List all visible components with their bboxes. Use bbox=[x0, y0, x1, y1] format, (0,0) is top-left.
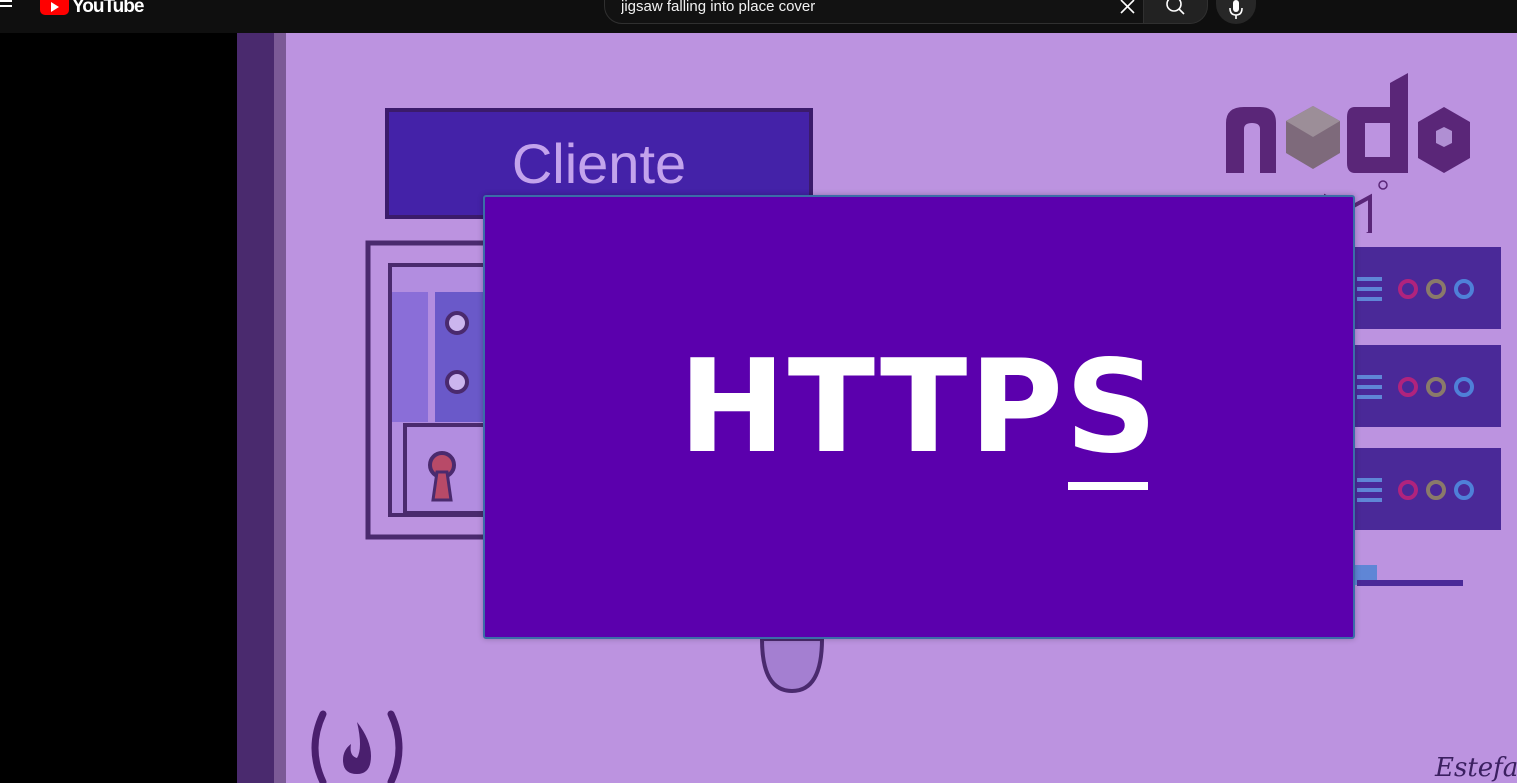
https-title: HTTPS bbox=[678, 333, 1160, 482]
microphone-icon bbox=[1229, 0, 1243, 19]
author-signature: Estefan bbox=[1435, 753, 1517, 783]
video-player[interactable]: Cliente JS bbox=[237, 33, 1517, 783]
voice-search-button[interactable] bbox=[1216, 0, 1256, 24]
status-dot-gray bbox=[1426, 279, 1446, 299]
https-card: HTTPS bbox=[483, 195, 1355, 639]
hamburger-menu-icon[interactable] bbox=[0, 0, 14, 14]
masthead: YouTube bbox=[0, 0, 1517, 33]
search-button[interactable] bbox=[1144, 0, 1208, 24]
browser-lock-illustration bbox=[365, 240, 495, 540]
search-input[interactable] bbox=[621, 0, 1101, 15]
video-left-rail-highlight bbox=[274, 33, 286, 783]
youtube-play-icon bbox=[40, 0, 69, 15]
freecodecamp-flame-icon bbox=[311, 710, 403, 783]
status-dot-red bbox=[1398, 279, 1418, 299]
logo-text: YouTube bbox=[72, 0, 144, 17]
youtube-logo[interactable]: YouTube bbox=[40, 0, 144, 20]
video-left-rail bbox=[237, 33, 274, 783]
search-box[interactable] bbox=[604, 0, 1144, 24]
search-icon bbox=[1166, 0, 1185, 15]
key-shape bbox=[759, 637, 825, 694]
status-dot-blue bbox=[1454, 279, 1474, 299]
https-s-underline bbox=[1068, 482, 1148, 490]
freecodecamp-logo bbox=[305, 708, 409, 783]
progress-track bbox=[1357, 580, 1463, 586]
clear-search-icon[interactable] bbox=[1115, 0, 1139, 16]
